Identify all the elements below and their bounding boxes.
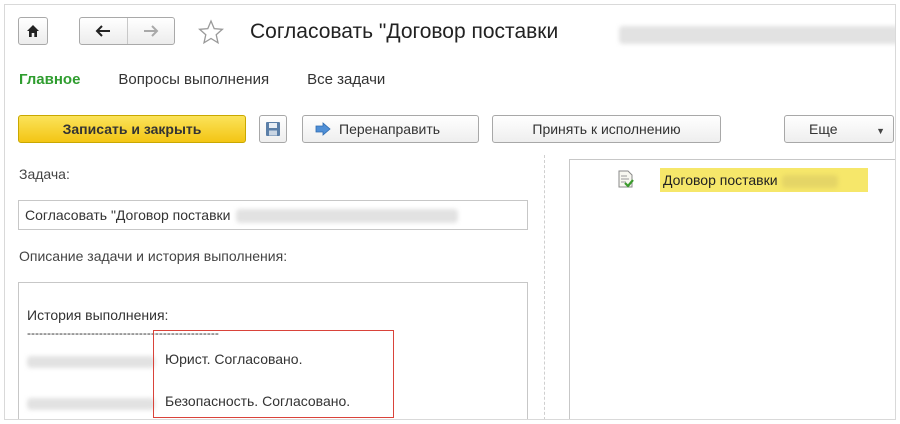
highlight-annotation-box <box>153 330 394 418</box>
home-button[interactable] <box>18 17 48 45</box>
favorite-star-icon[interactable] <box>198 19 224 45</box>
document-check-icon <box>618 170 634 188</box>
attachment-label: Договор поставки <box>663 172 778 188</box>
save-and-close-button[interactable]: Записать и закрыть <box>18 115 246 143</box>
redirect-button[interactable]: Перенаправить <box>302 115 479 143</box>
tab-all-tasks[interactable]: Все задачи <box>307 71 385 88</box>
floppy-disk-icon <box>266 122 280 136</box>
window-frame: Согласовать "Договор поставки Главное Во… <box>4 4 896 420</box>
save-button[interactable] <box>259 115 287 143</box>
redirect-button-label: Перенаправить <box>339 121 441 137</box>
history-nav <box>79 17 175 45</box>
task-field[interactable]: Согласовать "Договор поставки <box>18 200 528 230</box>
list-item[interactable]: Договор поставки <box>570 160 895 196</box>
back-button[interactable] <box>80 18 127 44</box>
accept-for-execution-button[interactable]: Принять к исполнению <box>492 115 721 143</box>
history-title: История выполнения: <box>27 307 169 323</box>
redacted-timestamp <box>27 356 155 368</box>
forward-button[interactable] <box>126 18 174 44</box>
section-tabs: Главное Вопросы выполнения Все задачи <box>19 71 423 88</box>
arrow-left-icon <box>96 25 111 37</box>
tab-execution-questions[interactable]: Вопросы выполнения <box>118 71 269 88</box>
attachments-list: Договор поставки <box>569 159 895 419</box>
attachment-name[interactable]: Договор поставки <box>660 168 868 192</box>
redirect-arrow-icon <box>315 122 331 136</box>
more-menu-button[interactable]: Еще ▼ <box>784 115 894 143</box>
arrow-right-icon <box>143 25 159 37</box>
redacted-task-part <box>236 209 459 224</box>
redacted-title-part <box>619 26 895 44</box>
tab-main[interactable]: Главное <box>19 71 80 88</box>
description-label: Описание задачи и история выполнения: <box>19 248 288 264</box>
window-title: Согласовать "Договор поставки <box>250 20 559 43</box>
pane-splitter[interactable] <box>544 155 545 419</box>
redacted-timestamp <box>27 398 155 410</box>
more-menu-label: Еще <box>809 121 838 137</box>
task-value: Согласовать "Договор поставки <box>25 207 231 223</box>
chevron-down-icon: ▼ <box>876 126 885 136</box>
home-icon <box>27 25 39 37</box>
task-label: Задача: <box>19 166 70 182</box>
redacted-attachment-part <box>781 174 838 188</box>
